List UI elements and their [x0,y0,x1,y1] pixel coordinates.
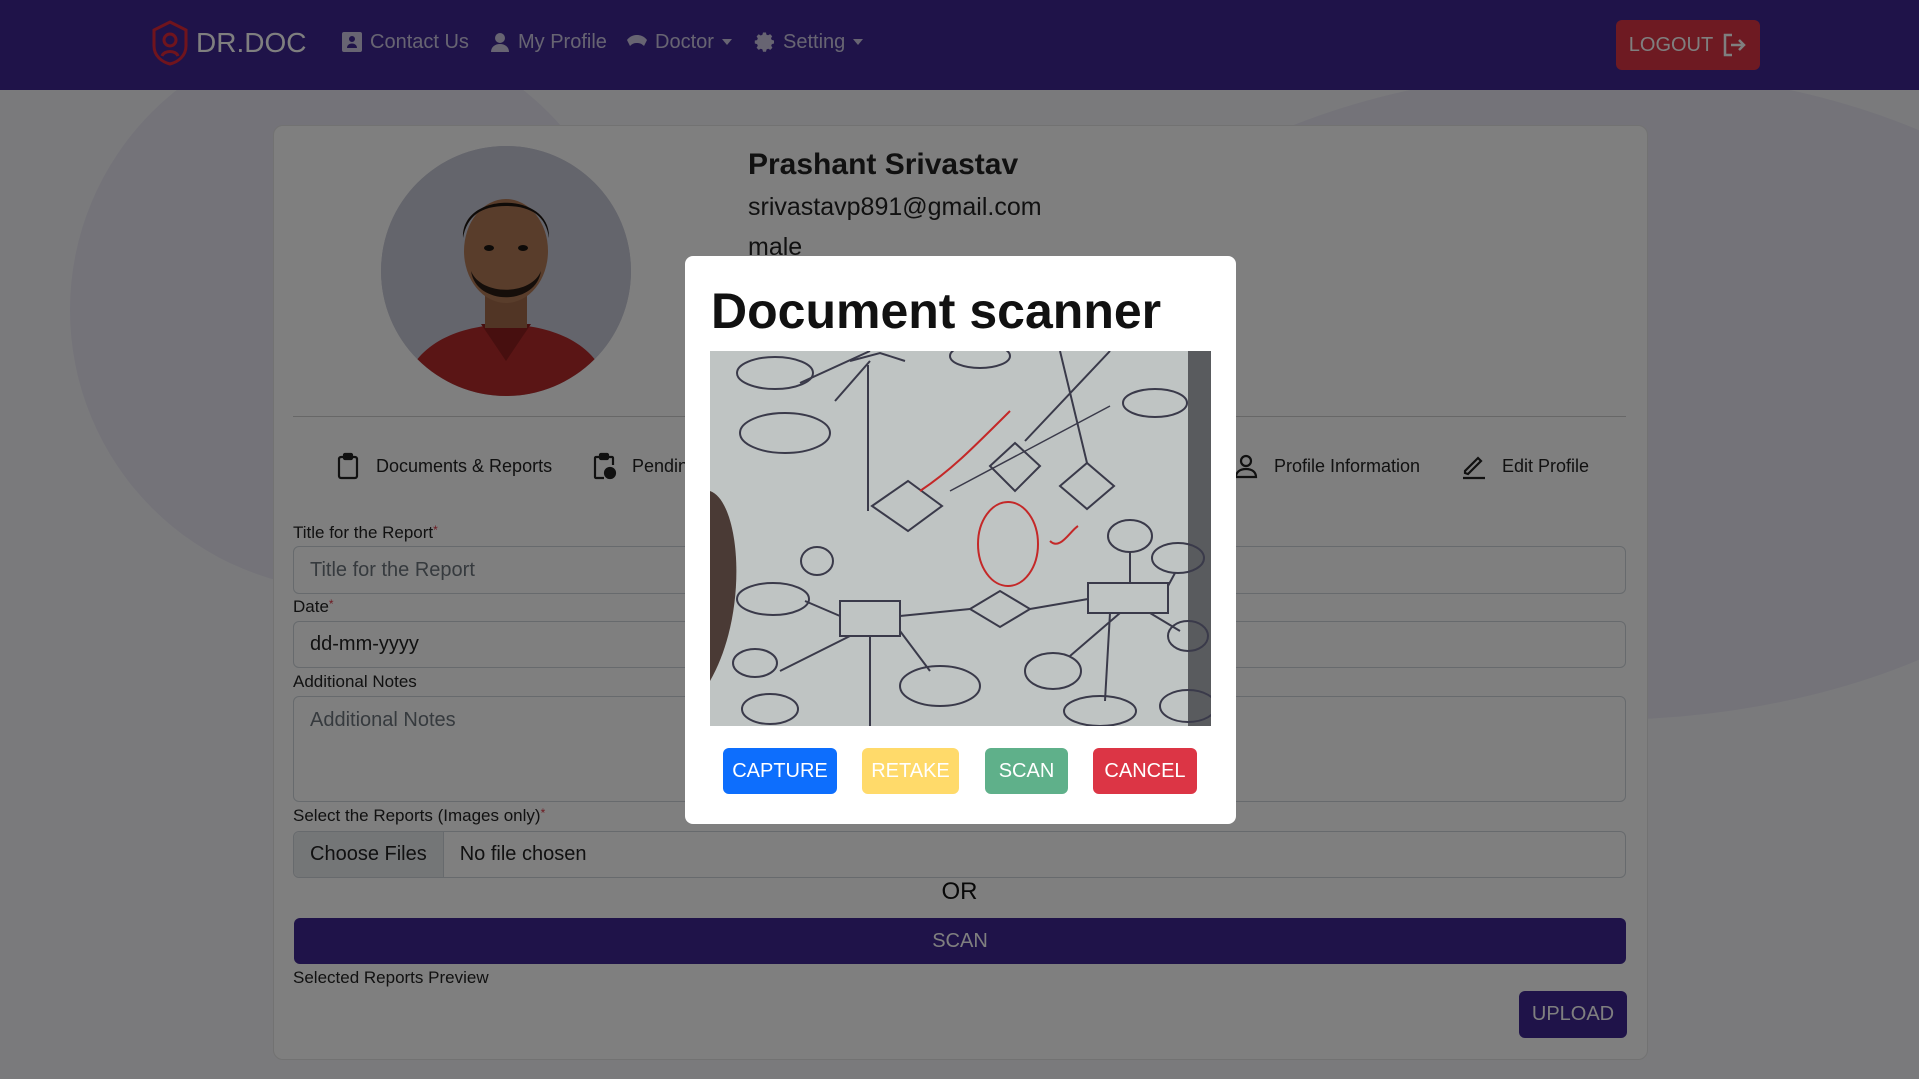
modal-scan-button[interactable]: SCAN [985,748,1068,794]
document-scanner-modal: Document scanner CAPTURE RETAKE SCAN CAN… [685,256,1236,824]
cancel-button[interactable]: CANCEL [1093,748,1197,794]
retake-button[interactable]: RETAKE [862,748,959,794]
modal-title: Document scanner [711,283,1162,339]
capture-button[interactable]: CAPTURE [723,748,837,794]
camera-preview [710,351,1211,726]
scanned-document-image [710,351,1211,726]
